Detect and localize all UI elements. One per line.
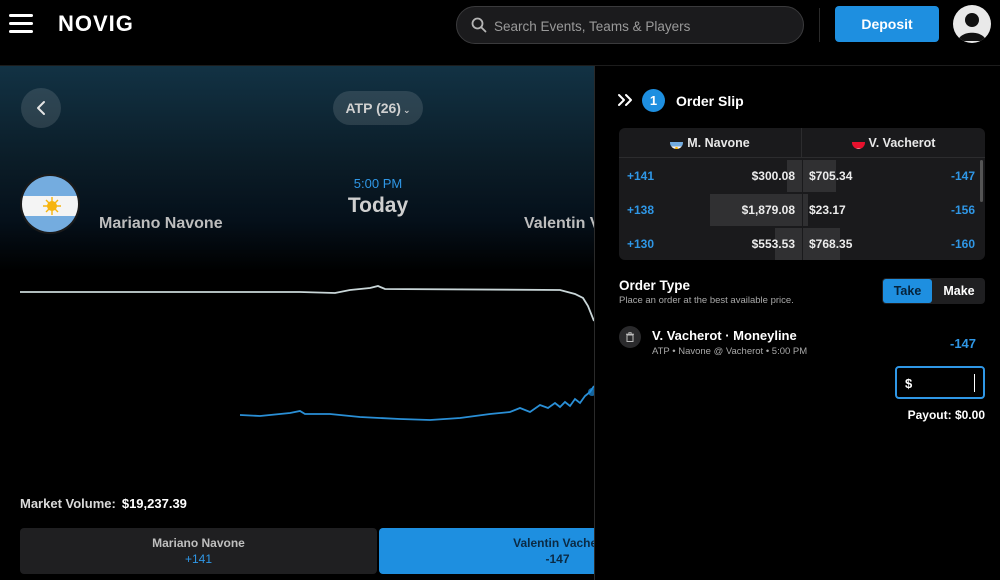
row-left-odds: +130 [627,237,655,251]
wager-amount-input[interactable] [917,374,969,392]
row-right-odds: -156 [950,203,975,217]
row-right-odds: -147 [950,169,975,183]
chevron-left-icon [37,101,45,115]
market-volume-value: $19,237.39 [121,496,187,511]
user-avatar-icon[interactable] [953,5,991,43]
bet-player-odds: -147 [545,552,570,566]
selection-odds: -147 [950,336,977,351]
order-count-badge: 1 [642,89,665,112]
row-right-amount: $23.17 [809,203,846,217]
deposit-button[interactable]: Deposit [835,6,939,42]
row-right-odds: -160 [950,237,975,251]
order-book-row[interactable]: +138 $1,879.08 $23.17 -156 [619,193,985,227]
bet-player-name: Mariano Navone [152,536,245,550]
row-right-amount: $705.34 [809,169,853,183]
league-label: ATP (26) [345,100,401,116]
book-col-left: M. Navone [619,128,802,158]
order-book: M. Navone V. Vacherot +141 $300.08 $705.… [619,128,985,260]
order-type-toggle: Take Make [882,278,985,304]
bet-player-odds: +141 [184,552,213,566]
top-header: NOVIG Deposit [0,0,1000,66]
bet-vacherot-button[interactable]: Valentin Vacher -147 [379,528,594,574]
book-left-player: M. Navone [687,136,750,150]
order-type-description: Place an order at the best available pri… [619,295,794,306]
row-left-amount: $1,879.08 [741,203,795,217]
order-type-title: Order Type [619,278,691,293]
text-caret [974,374,975,392]
event-time: 5:00 PM [353,176,403,191]
row-left-amount: $553.53 [751,237,795,251]
odds-history-chart [20,285,594,421]
bet-player-name: Valentin Vacher [513,536,594,550]
order-slip-title: Order Slip [676,93,744,109]
event-day: Today [347,194,409,217]
book-col-right: V. Vacherot [802,128,985,158]
argentina-flag-icon [20,174,80,234]
search-bar[interactable] [456,6,804,44]
header-divider [819,8,820,42]
row-left-odds: +141 [627,169,655,183]
order-book-row[interactable]: +141 $300.08 $705.34 -147 [619,159,985,193]
order-book-scrollbar[interactable] [980,160,983,202]
monaco-flag-icon [851,136,865,149]
event-panel: ATP (26) ⌄ 5:00 PM Today Mariano Navone V… [0,66,594,580]
row-left-amount: $300.08 [751,169,795,183]
search-input[interactable] [494,15,794,37]
player-right-name: Valentin V [524,215,594,232]
market-volume-label: Market Volume: [20,496,116,511]
trash-icon[interactable] [619,326,641,348]
row-right-depth-bar [803,194,808,226]
currency-symbol: $ [905,376,913,391]
bet-navone-button[interactable]: Mariano Navone +141 [20,528,377,574]
chevron-down-icon: ⌄ [402,105,411,115]
selection-meta: ATP • Navone @ Vacherot • 5:00 PM [652,346,808,357]
search-icon [471,17,487,33]
row-right-amount: $768.35 [809,237,853,251]
wager-amount-field[interactable]: $ [895,366,985,399]
double-chevron-right-icon[interactable] [617,92,635,108]
book-right-player: V. Vacherot [868,136,936,150]
make-tab[interactable]: Make [934,279,984,303]
menu-icon[interactable] [9,14,33,34]
navone-odds-line [20,285,594,322]
back-button[interactable] [21,88,61,128]
market-volume: Market Volume: $19,237.39 [20,496,187,511]
payout-text: Payout: $0.00 [907,408,985,422]
vacherot-odds-line [239,385,594,421]
order-book-row[interactable]: +130 $553.53 $768.35 -160 [619,227,985,260]
argentina-flag-icon [670,136,684,149]
order-slip-panel: 1 Order Slip M. Navone V. Vacherot +141 … [594,66,1000,580]
row-left-odds: +138 [627,203,655,217]
player-left-name: Mariano Navone [99,215,223,232]
selection-title: V. Vacherot · Moneyline [652,328,797,343]
league-selector[interactable]: ATP (26) ⌄ [333,91,423,125]
order-book-header: M. Navone V. Vacherot [619,128,985,158]
novig-logo[interactable]: NOVIG [58,11,134,37]
take-tab[interactable]: Take [883,279,932,303]
